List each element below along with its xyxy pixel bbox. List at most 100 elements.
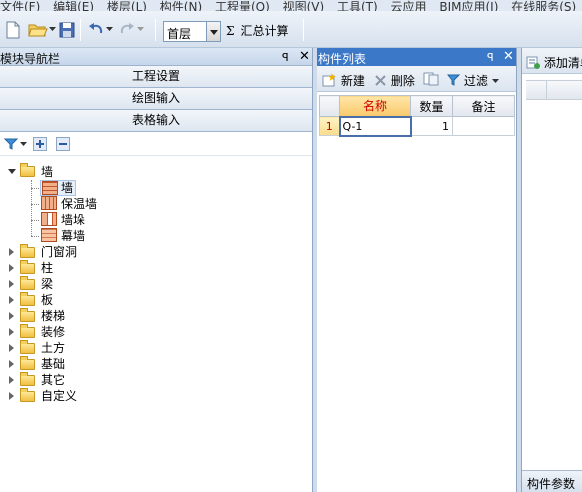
nav-table-input[interactable]: 表格输入 bbox=[0, 110, 312, 132]
close-icon[interactable]: ✕ bbox=[299, 49, 310, 64]
tree-node-foundation[interactable]: 基础 bbox=[8, 356, 98, 372]
new-file-icon[interactable] bbox=[6, 21, 20, 39]
folder-icon bbox=[20, 308, 35, 322]
menu-edit[interactable]: 编辑(E) bbox=[53, 1, 94, 11]
menu-file[interactable]: 文件(F) bbox=[0, 1, 40, 11]
summary-calc-button[interactable]: Σ 汇总计算 bbox=[226, 22, 289, 40]
expanded-triangle-icon[interactable] bbox=[8, 169, 16, 174]
close-icon[interactable]: ✕ bbox=[503, 49, 514, 64]
tree-node-label: 门窗洞 bbox=[41, 245, 78, 259]
pin-icon[interactable]: ꟼ bbox=[282, 51, 289, 64]
filter-dropdown-icon[interactable] bbox=[20, 142, 27, 147]
tree-node-custom[interactable]: 自定义 bbox=[8, 388, 98, 404]
collapsed-triangle-icon[interactable] bbox=[9, 248, 14, 256]
menu-floor[interactable]: 楼层(L) bbox=[107, 1, 147, 11]
expand-all-icon[interactable] bbox=[33, 137, 47, 151]
tree-node-decoration[interactable]: 装修 bbox=[8, 324, 98, 340]
undo-icon[interactable] bbox=[88, 21, 104, 39]
wall-icon bbox=[42, 181, 58, 195]
component-list-panel: 构件列表 ꟼ ✕ 新建 删除 过滤 名称 数量 备注 1 Q-1 1 bbox=[317, 48, 517, 492]
folder-icon bbox=[20, 276, 35, 290]
tree-node-label: 基础 bbox=[41, 357, 66, 371]
delete-component-button[interactable]: 删除 bbox=[374, 72, 415, 89]
menu-view[interactable]: 视图(V) bbox=[283, 1, 325, 11]
table-row[interactable]: 1 Q-1 1 bbox=[319, 115, 515, 137]
collapse-all-icon[interactable] bbox=[56, 137, 70, 151]
chevron-down-icon bbox=[491, 79, 499, 83]
tree-node-label: 板 bbox=[41, 293, 54, 307]
new-component-button[interactable]: 新建 bbox=[321, 72, 365, 89]
new-component-label: 新建 bbox=[340, 74, 365, 88]
sigma-icon: Σ bbox=[226, 24, 235, 38]
chevron-down-icon[interactable] bbox=[206, 22, 220, 41]
collapsed-triangle-icon[interactable] bbox=[9, 328, 14, 336]
collapsed-triangle-icon[interactable] bbox=[9, 376, 14, 384]
open-folder-icon[interactable] bbox=[28, 21, 48, 39]
add-list-icon bbox=[526, 56, 540, 69]
menu-online[interactable]: 在线服务(S) bbox=[511, 1, 576, 11]
collapsed-triangle-icon[interactable] bbox=[9, 360, 14, 368]
tree-node-label: 幕墙 bbox=[61, 229, 86, 243]
grid-header-qty[interactable]: 数量 bbox=[410, 95, 453, 117]
collapsed-triangle-icon[interactable] bbox=[9, 344, 14, 352]
filter-button[interactable]: 过滤 bbox=[446, 72, 499, 89]
tree-node-wall-group[interactable]: 墙 bbox=[8, 163, 88, 180]
add-bill-button[interactable]: 添加清单 bbox=[526, 54, 582, 71]
redo-dropdown-icon[interactable] bbox=[137, 27, 145, 45]
module-nav-titlebar: 模块导航栏 ꟼ ✕ bbox=[0, 48, 312, 66]
folder-icon bbox=[20, 356, 35, 370]
menu-cloud[interactable]: 云应用 bbox=[391, 1, 427, 11]
tree-node-beam[interactable]: 梁 bbox=[8, 276, 98, 292]
collapsed-triangle-icon[interactable] bbox=[9, 264, 14, 272]
tree-node-label: 柱 bbox=[41, 261, 54, 275]
open-folder-icon bbox=[20, 163, 35, 177]
tree-node-label: 墙 bbox=[41, 165, 54, 179]
component-params-tab[interactable]: 构件参数 bbox=[522, 470, 582, 492]
grid-header-note[interactable]: 备注 bbox=[452, 95, 515, 117]
bill-grid-header bbox=[526, 80, 582, 100]
module-nav-panel: 模块导航栏 ꟼ ✕ 工程设置 绘图输入 表格输入 墙 墙 保温墙 墙垛 幕墙 门… bbox=[0, 48, 313, 492]
tree-node-slab[interactable]: 板 bbox=[8, 292, 98, 308]
tree-node-curtain-wall[interactable]: 幕墙 bbox=[40, 228, 110, 244]
menu-bim[interactable]: BIM应用(I) bbox=[439, 1, 498, 11]
tree-node-label: 墙垛 bbox=[61, 213, 86, 227]
tree-node-wall[interactable]: 墙 bbox=[40, 180, 76, 196]
summary-calc-label: 汇总计算 bbox=[240, 24, 289, 38]
cell-name[interactable]: Q-1 bbox=[338, 115, 412, 137]
filter-icon bbox=[446, 74, 461, 86]
folder-icon bbox=[20, 372, 35, 386]
menu-quantity[interactable]: 工程量(Q) bbox=[215, 1, 270, 11]
folder-icon bbox=[20, 324, 35, 338]
tree-node-door-window-opening[interactable]: 门窗洞 bbox=[8, 244, 98, 260]
tree-node-stair[interactable]: 楼梯 bbox=[8, 308, 98, 324]
collapsed-triangle-icon[interactable] bbox=[9, 280, 14, 288]
tree-node-earthwork[interactable]: 土方 bbox=[8, 340, 98, 356]
copy-component-button[interactable] bbox=[423, 72, 440, 87]
tree-node-pilaster[interactable]: 墙垛 bbox=[40, 212, 110, 228]
tree-node-other[interactable]: 其它 bbox=[8, 372, 98, 388]
nav-drawing-input[interactable]: 绘图输入 bbox=[0, 88, 312, 110]
menu-component[interactable]: 构件(N) bbox=[160, 1, 202, 11]
collapsed-triangle-icon[interactable] bbox=[9, 312, 14, 320]
cell-note[interactable] bbox=[452, 116, 515, 136]
grid-header-name[interactable]: 名称 bbox=[339, 95, 411, 117]
tree-node-column[interactable]: 柱 bbox=[8, 260, 98, 276]
floor-select[interactable]: 首层 bbox=[163, 21, 221, 42]
save-icon[interactable] bbox=[59, 21, 75, 39]
tree-node-insulation-wall[interactable]: 保温墙 bbox=[40, 196, 110, 212]
filter-icon[interactable] bbox=[4, 138, 18, 150]
cell-qty[interactable]: 1 bbox=[410, 116, 453, 136]
pin-icon[interactable]: ꟼ bbox=[487, 51, 494, 64]
nav-project-settings[interactable]: 工程设置 bbox=[0, 66, 312, 88]
open-dropdown-icon[interactable] bbox=[49, 27, 57, 45]
redo-icon[interactable] bbox=[119, 21, 135, 39]
delete-icon bbox=[375, 75, 386, 86]
undo-dropdown-icon[interactable] bbox=[106, 27, 114, 45]
add-bill-label: 添加清单 bbox=[543, 56, 582, 70]
folder-icon bbox=[20, 340, 35, 354]
nav-tools bbox=[0, 132, 312, 156]
collapsed-triangle-icon[interactable] bbox=[9, 392, 14, 400]
collapsed-triangle-icon[interactable] bbox=[9, 296, 14, 304]
folder-icon bbox=[20, 292, 35, 306]
menu-tools[interactable]: 工具(T) bbox=[337, 1, 378, 11]
